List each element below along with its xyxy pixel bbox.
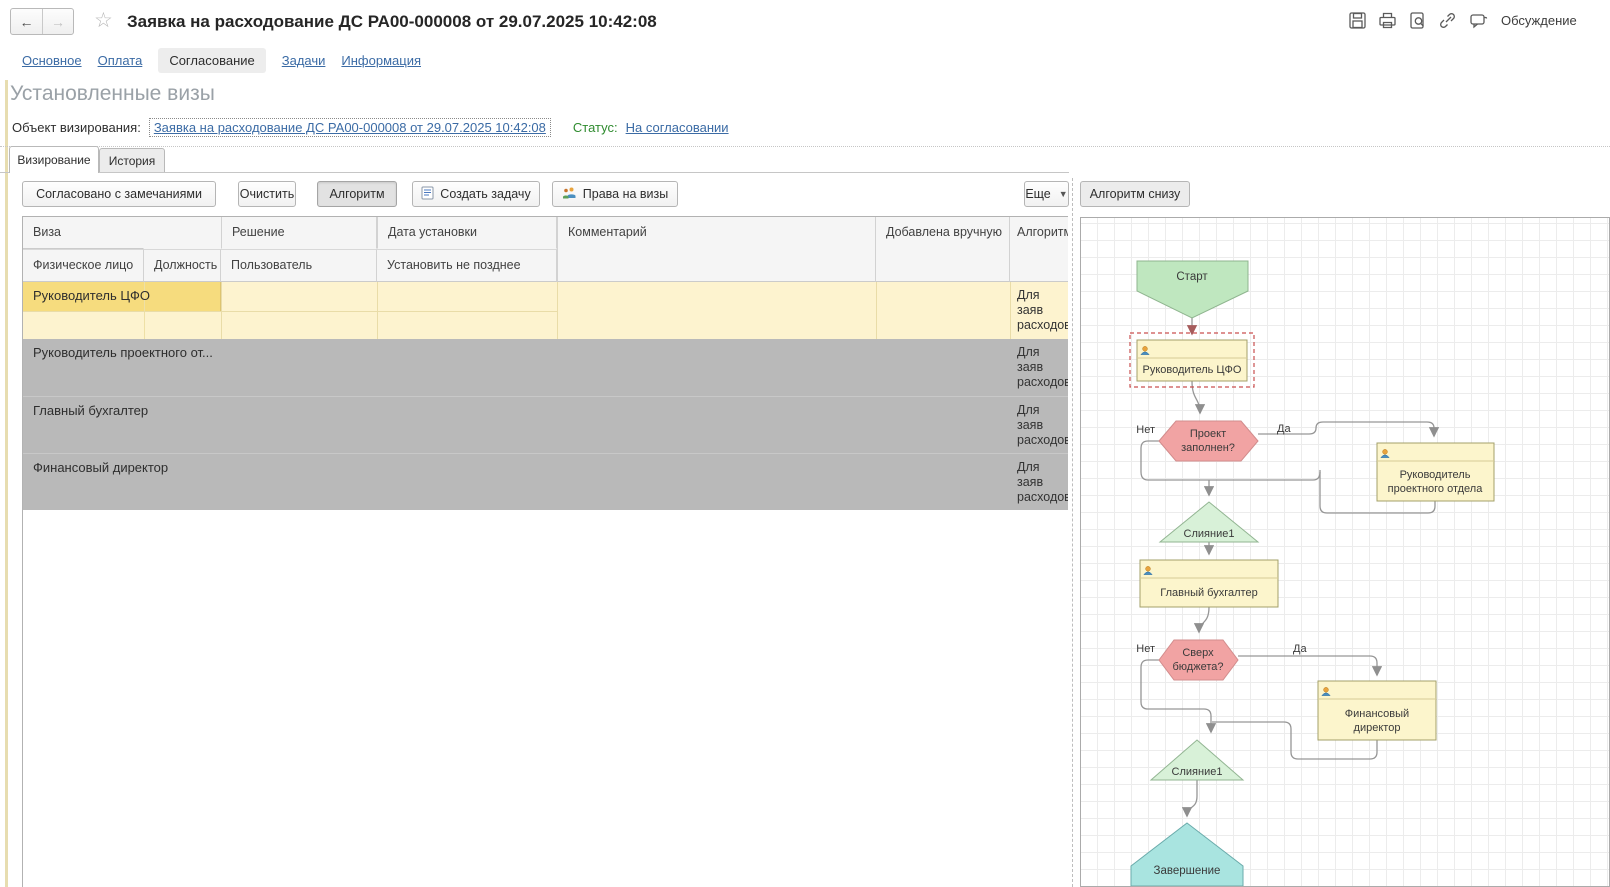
- col-header-position[interactable]: Должность: [144, 249, 221, 282]
- favorite-star-icon[interactable]: ☆: [94, 9, 113, 33]
- svg-text:Руководитель: Руководитель: [1400, 469, 1471, 481]
- svg-text:заполнен?: заполнен?: [1181, 442, 1235, 454]
- create-task-button[interactable]: Создать задачу: [412, 181, 540, 207]
- print-icon[interactable]: [1378, 11, 1397, 30]
- svg-text:Завершение: Завершение: [1154, 865, 1221, 877]
- connector-merge2-end[interactable]: [1187, 780, 1197, 816]
- nav-item-tasks[interactable]: Задачи: [282, 53, 326, 68]
- table-row[interactable]: Руководитель ЦФО Для заяв расходов: [23, 282, 1068, 339]
- section-title: Установленные визы: [10, 82, 215, 106]
- nav-item-payment[interactable]: Оплата: [98, 53, 143, 68]
- algorithm-flowchart-panel: Старт Руководитель ЦФО Проект заполнен? …: [1080, 217, 1610, 887]
- forward-button[interactable]: →: [42, 9, 73, 34]
- dotted-separator: [0, 146, 1610, 147]
- svg-text:Проект: Проект: [1190, 428, 1226, 440]
- flow-node-task-findir[interactable]: Финансовый директор: [1318, 681, 1436, 740]
- flow-node-decision-budget[interactable]: Сверх бюджета?: [1159, 640, 1238, 680]
- object-row: Объект визирования: Заявка на расходован…: [12, 117, 729, 137]
- connector-cfo-decision1[interactable]: [1192, 381, 1200, 413]
- visa-name: Главный бухгалтер: [33, 403, 148, 418]
- nav-item-approval[interactable]: Согласование: [158, 48, 265, 73]
- label-yes-2: Да: [1293, 643, 1307, 655]
- svg-text:проектного отдела: проектного отдела: [1388, 483, 1484, 495]
- svg-text:Руководитель ЦФО: Руководитель ЦФО: [1143, 364, 1242, 376]
- svg-text:бюджета?: бюджета?: [1173, 661, 1224, 673]
- svg-text:Слияние1: Слияние1: [1172, 766, 1223, 778]
- svg-text:Старт: Старт: [1176, 271, 1208, 283]
- title-icons: Обсуждение: [1348, 11, 1577, 30]
- link-icon[interactable]: [1438, 11, 1457, 30]
- task-document-icon: [421, 186, 434, 203]
- col-header-visa-spacer: [144, 217, 221, 249]
- table-row[interactable]: Руководитель проектного от... Для заяв р…: [23, 339, 1068, 396]
- flow-node-decision-project[interactable]: Проект заполнен?: [1159, 421, 1258, 461]
- visa-name: Руководитель проектного от...: [33, 345, 213, 360]
- visa-name: Руководитель ЦФО: [33, 288, 150, 303]
- algorithm-cell: Для заяв расходов: [1010, 454, 1068, 510]
- page-title: Заявка на расходование ДС РА00-000008 от…: [127, 8, 657, 35]
- label-no-2: Нет: [1136, 643, 1155, 655]
- connector-yes2[interactable]: [1238, 656, 1377, 675]
- more-button[interactable]: Еще▼: [1024, 181, 1069, 207]
- connector-accountant-decision2[interactable]: [1199, 607, 1209, 632]
- tab-approval[interactable]: Визирование: [9, 146, 99, 173]
- status-label: Статус:: [573, 120, 618, 135]
- table-row[interactable]: Главный бухгалтер Для заяв расходов: [23, 396, 1068, 453]
- flow-node-task-cfo[interactable]: Руководитель ЦФО: [1137, 340, 1247, 381]
- tabstrip-line: [0, 172, 1069, 173]
- tab-history[interactable]: История: [99, 148, 165, 173]
- dropdown-arrow-icon: ▼: [1059, 189, 1068, 199]
- svg-text:Слияние1: Слияние1: [1184, 528, 1235, 540]
- label-yes-1: Да: [1277, 423, 1291, 435]
- algorithm-cell: Для заяв расходов: [1010, 339, 1068, 396]
- flow-node-task-project[interactable]: Руководитель проектного отдела: [1377, 443, 1494, 501]
- section-nav: Основное Оплата Согласование Задачи Инфо…: [22, 46, 421, 74]
- flow-node-merge-1[interactable]: Слияние1: [1160, 502, 1258, 542]
- approve-with-comments-button[interactable]: Согласовано с замечаниями: [22, 181, 216, 207]
- discussion-label[interactable]: Обсуждение: [1501, 13, 1577, 28]
- visa-rights-button[interactable]: Права на визы: [552, 181, 678, 207]
- algorithm-button[interactable]: Алгоритм: [317, 181, 397, 207]
- back-button[interactable]: ←: [11, 9, 42, 34]
- save-icon[interactable]: [1348, 11, 1367, 30]
- col-header-user[interactable]: Пользователь: [221, 249, 377, 282]
- flow-node-task-accountant[interactable]: Главный бухгалтер: [1140, 560, 1278, 607]
- col-header-set-no-later[interactable]: Установить не позднее: [377, 249, 557, 282]
- algorithm-cell: Для заяв расходов: [1010, 282, 1068, 339]
- nav-item-info[interactable]: Информация: [341, 53, 421, 68]
- col-header-person[interactable]: Физическое лицо: [23, 249, 144, 282]
- clear-button[interactable]: Очистить: [238, 181, 296, 207]
- table-row[interactable]: Финансовый директор Для заяв расходов: [23, 453, 1068, 510]
- svg-text:Главный бухгалтер: Главный бухгалтер: [1160, 587, 1257, 599]
- col-header-comment[interactable]: Комментарий: [557, 217, 876, 282]
- people-icon: [562, 186, 577, 203]
- flow-node-end[interactable]: Завершение: [1131, 823, 1243, 886]
- svg-text:Сверх: Сверх: [1182, 647, 1214, 659]
- form-left-accent: [5, 80, 8, 887]
- visa-table: Виза Решение Дата установки Комментарий …: [22, 216, 1068, 887]
- svg-text:директор: директор: [1354, 722, 1401, 734]
- object-link-box: Заявка на расходование ДС РА00-000008 от…: [149, 118, 551, 137]
- status-link[interactable]: На согласовании: [626, 120, 729, 135]
- object-label: Объект визирования:: [12, 120, 141, 135]
- algorithm-below-button[interactable]: Алгоритм снизу: [1080, 181, 1190, 207]
- object-link[interactable]: Заявка на расходование ДС РА00-000008 от…: [154, 120, 546, 135]
- flow-node-start[interactable]: Старт: [1137, 261, 1248, 318]
- flow-node-merge-2[interactable]: Слияние1: [1151, 740, 1243, 780]
- col-header-algorithm[interactable]: Алгоритм: [1010, 217, 1068, 282]
- svg-text:Финансовый: Финансовый: [1345, 708, 1409, 720]
- col-header-visa[interactable]: Виза: [23, 217, 144, 249]
- col-header-decision[interactable]: Решение: [221, 217, 377, 249]
- discussion-icon[interactable]: [1468, 11, 1488, 30]
- col-header-added-manually[interactable]: Добавлена вручную: [876, 217, 1010, 282]
- history-nav-buttons: ← →: [10, 8, 74, 35]
- algorithm-cell: Для заяв расходов: [1010, 397, 1068, 453]
- nav-item-main[interactable]: Основное: [22, 53, 82, 68]
- panel-splitter[interactable]: [1072, 178, 1073, 887]
- preview-icon[interactable]: [1408, 11, 1427, 30]
- visa-name: Финансовый директор: [33, 460, 168, 475]
- label-no-1: Нет: [1136, 424, 1155, 436]
- col-header-date-set[interactable]: Дата установки: [377, 217, 557, 249]
- flowchart-canvas: Старт Руководитель ЦФО Проект заполнен? …: [1081, 220, 1610, 887]
